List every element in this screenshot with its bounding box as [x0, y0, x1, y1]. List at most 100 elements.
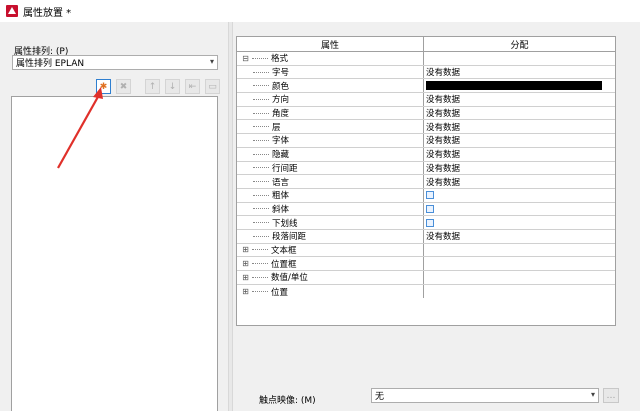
assignment-value: 没有数据: [426, 68, 461, 79]
expand-icon[interactable]: ⊞: [241, 245, 250, 254]
property-label: 语言: [272, 177, 290, 188]
tree-line: [252, 276, 268, 278]
grid-row[interactable]: 语言 没有数据: [237, 175, 615, 189]
arrow-down-icon: ↓: [168, 81, 177, 92]
property-label: 角度: [272, 109, 290, 120]
assignment-cell[interactable]: 没有数据: [424, 120, 615, 133]
tree-line: [253, 139, 269, 141]
tree-line: [253, 235, 269, 237]
grid-row[interactable]: 字体 没有数据: [237, 134, 615, 148]
assignment-cell[interactable]: 没有数据: [424, 162, 615, 175]
assignment-cell[interactable]: 没有数据: [424, 107, 615, 120]
arrow-up-icon: ↑: [148, 81, 157, 92]
import-button[interactable]: ⇤: [185, 79, 200, 94]
tree-line: [253, 153, 269, 155]
chevron-down-icon: ▾: [590, 390, 595, 399]
grid-row[interactable]: 层 没有数据: [237, 120, 615, 135]
sort-dropdown[interactable]: 属性排列 EPLAN ▾: [12, 55, 218, 70]
property-list[interactable]: [11, 96, 218, 411]
tree-line: [252, 57, 268, 59]
assignment-cell[interactable]: 没有数据: [424, 93, 615, 106]
property-label: 方向: [272, 95, 290, 106]
tree-line: [253, 194, 269, 196]
checkbox[interactable]: [426, 191, 434, 200]
touch-image-browse-button[interactable]: …: [603, 388, 619, 403]
new-icon: ✱: [99, 81, 108, 92]
assignment-cell[interactable]: [424, 271, 615, 284]
property-label: 数值/单位: [271, 273, 308, 284]
assignment-cell[interactable]: 没有数据: [424, 148, 615, 161]
property-cell: ⊞ 位置: [237, 284, 424, 299]
new-button[interactable]: ✱: [96, 79, 111, 94]
property-cell: 粗体: [237, 188, 424, 202]
property-cell: 颜色: [237, 79, 424, 93]
grid-row[interactable]: 行间距 没有数据: [237, 161, 615, 176]
property-cell: 斜体: [237, 202, 424, 216]
checkbox[interactable]: [426, 204, 434, 213]
property-cell: 隐藏: [237, 147, 424, 161]
assignment-cell[interactable]: [424, 52, 615, 65]
left-panel: 属性排列: (P) 属性排列 EPLAN ▾ ✱ ✖ ↑ ↓ ⇤ ▭: [0, 22, 228, 411]
tree-line: [252, 291, 268, 293]
grid-row[interactable]: ⊞ 文本框: [237, 243, 615, 258]
grid-row[interactable]: ⊞ 位置框: [237, 257, 615, 271]
grid-row[interactable]: 下划线: [237, 216, 615, 230]
assignment-cell[interactable]: [424, 285, 615, 299]
color-swatch[interactable]: [426, 81, 602, 91]
column-assignment[interactable]: 分配: [424, 37, 615, 51]
move-down-button[interactable]: ↓: [165, 79, 180, 94]
column-property[interactable]: 属性: [237, 37, 424, 51]
assignment-cell[interactable]: 没有数据: [424, 175, 615, 188]
assignment-cell[interactable]: 没有数据: [424, 134, 615, 147]
tree-line: [253, 85, 269, 87]
export-icon: ▭: [208, 81, 217, 92]
move-up-button[interactable]: ↑: [145, 79, 160, 94]
delete-button[interactable]: ✖: [116, 79, 131, 94]
expand-icon[interactable]: ⊞: [241, 259, 250, 268]
property-label: 粗体: [272, 191, 290, 202]
assignment-cell[interactable]: [424, 79, 615, 92]
grid-row[interactable]: 角度 没有数据: [237, 106, 615, 121]
assignment-cell[interactable]: [424, 244, 615, 257]
tree-line: [252, 249, 268, 251]
grid-row[interactable]: 斜体: [237, 202, 615, 217]
checkbox[interactable]: [426, 218, 434, 227]
property-label: 颜色: [272, 81, 290, 92]
assignment-value: 没有数据: [426, 136, 461, 147]
grid-row[interactable]: 颜色: [237, 79, 615, 94]
property-label: 位置: [271, 287, 289, 298]
grid-row[interactable]: ⊞ 数值/单位: [237, 271, 615, 285]
expand-icon[interactable]: ⊞: [241, 273, 250, 282]
property-label: 格式: [271, 54, 289, 65]
right-panel: 属性 分配 ⊟ 格式 字号 没有数据 颜色 方向 没有数据 角度 没有数据层没有数据 字体 没有数据…: [233, 22, 640, 411]
tree-line: [253, 208, 269, 210]
tree-line: [253, 98, 269, 100]
assignment-cell[interactable]: [424, 203, 615, 216]
property-label: 字号: [272, 68, 290, 79]
collapse-icon[interactable]: ⊟: [241, 54, 250, 63]
grid-row[interactable]: 段落间距 没有数据: [237, 229, 615, 244]
grid-row[interactable]: 字号 没有数据: [237, 65, 615, 80]
grid-row[interactable]: ⊞ 位置: [237, 284, 615, 299]
tree-line: [252, 263, 268, 265]
assignment-cell[interactable]: [424, 257, 615, 270]
assignment-cell[interactable]: [424, 216, 615, 229]
property-grid[interactable]: 属性 分配 ⊟ 格式 字号 没有数据 颜色 方向 没有数据 角度 没有数据层没有数据 字体 没有数据…: [236, 36, 616, 326]
export-button[interactable]: ▭: [205, 79, 220, 94]
property-cell: 字号: [237, 65, 424, 79]
property-label: 行间距: [272, 163, 298, 174]
assignment-value: 没有数据: [426, 95, 461, 106]
assignment-cell[interactable]: 没有数据: [424, 66, 615, 79]
grid-row[interactable]: 隐藏 没有数据: [237, 147, 615, 162]
assignment-value: 没有数据: [426, 163, 461, 174]
assignment-cell[interactable]: [424, 189, 615, 202]
property-cell: 字体: [237, 134, 424, 147]
touch-image-dropdown[interactable]: 无 ▾: [371, 388, 599, 403]
toolbar: ✱ ✖ ↑ ↓ ⇤ ▭: [96, 79, 225, 94]
grid-row[interactable]: 粗体: [237, 188, 615, 203]
assignment-cell[interactable]: 没有数据: [424, 230, 615, 243]
expand-icon[interactable]: ⊞: [241, 287, 250, 296]
assignment-value: 没有数据: [426, 122, 461, 133]
grid-row[interactable]: 方向 没有数据: [237, 93, 615, 107]
grid-row[interactable]: ⊟ 格式: [237, 52, 615, 66]
